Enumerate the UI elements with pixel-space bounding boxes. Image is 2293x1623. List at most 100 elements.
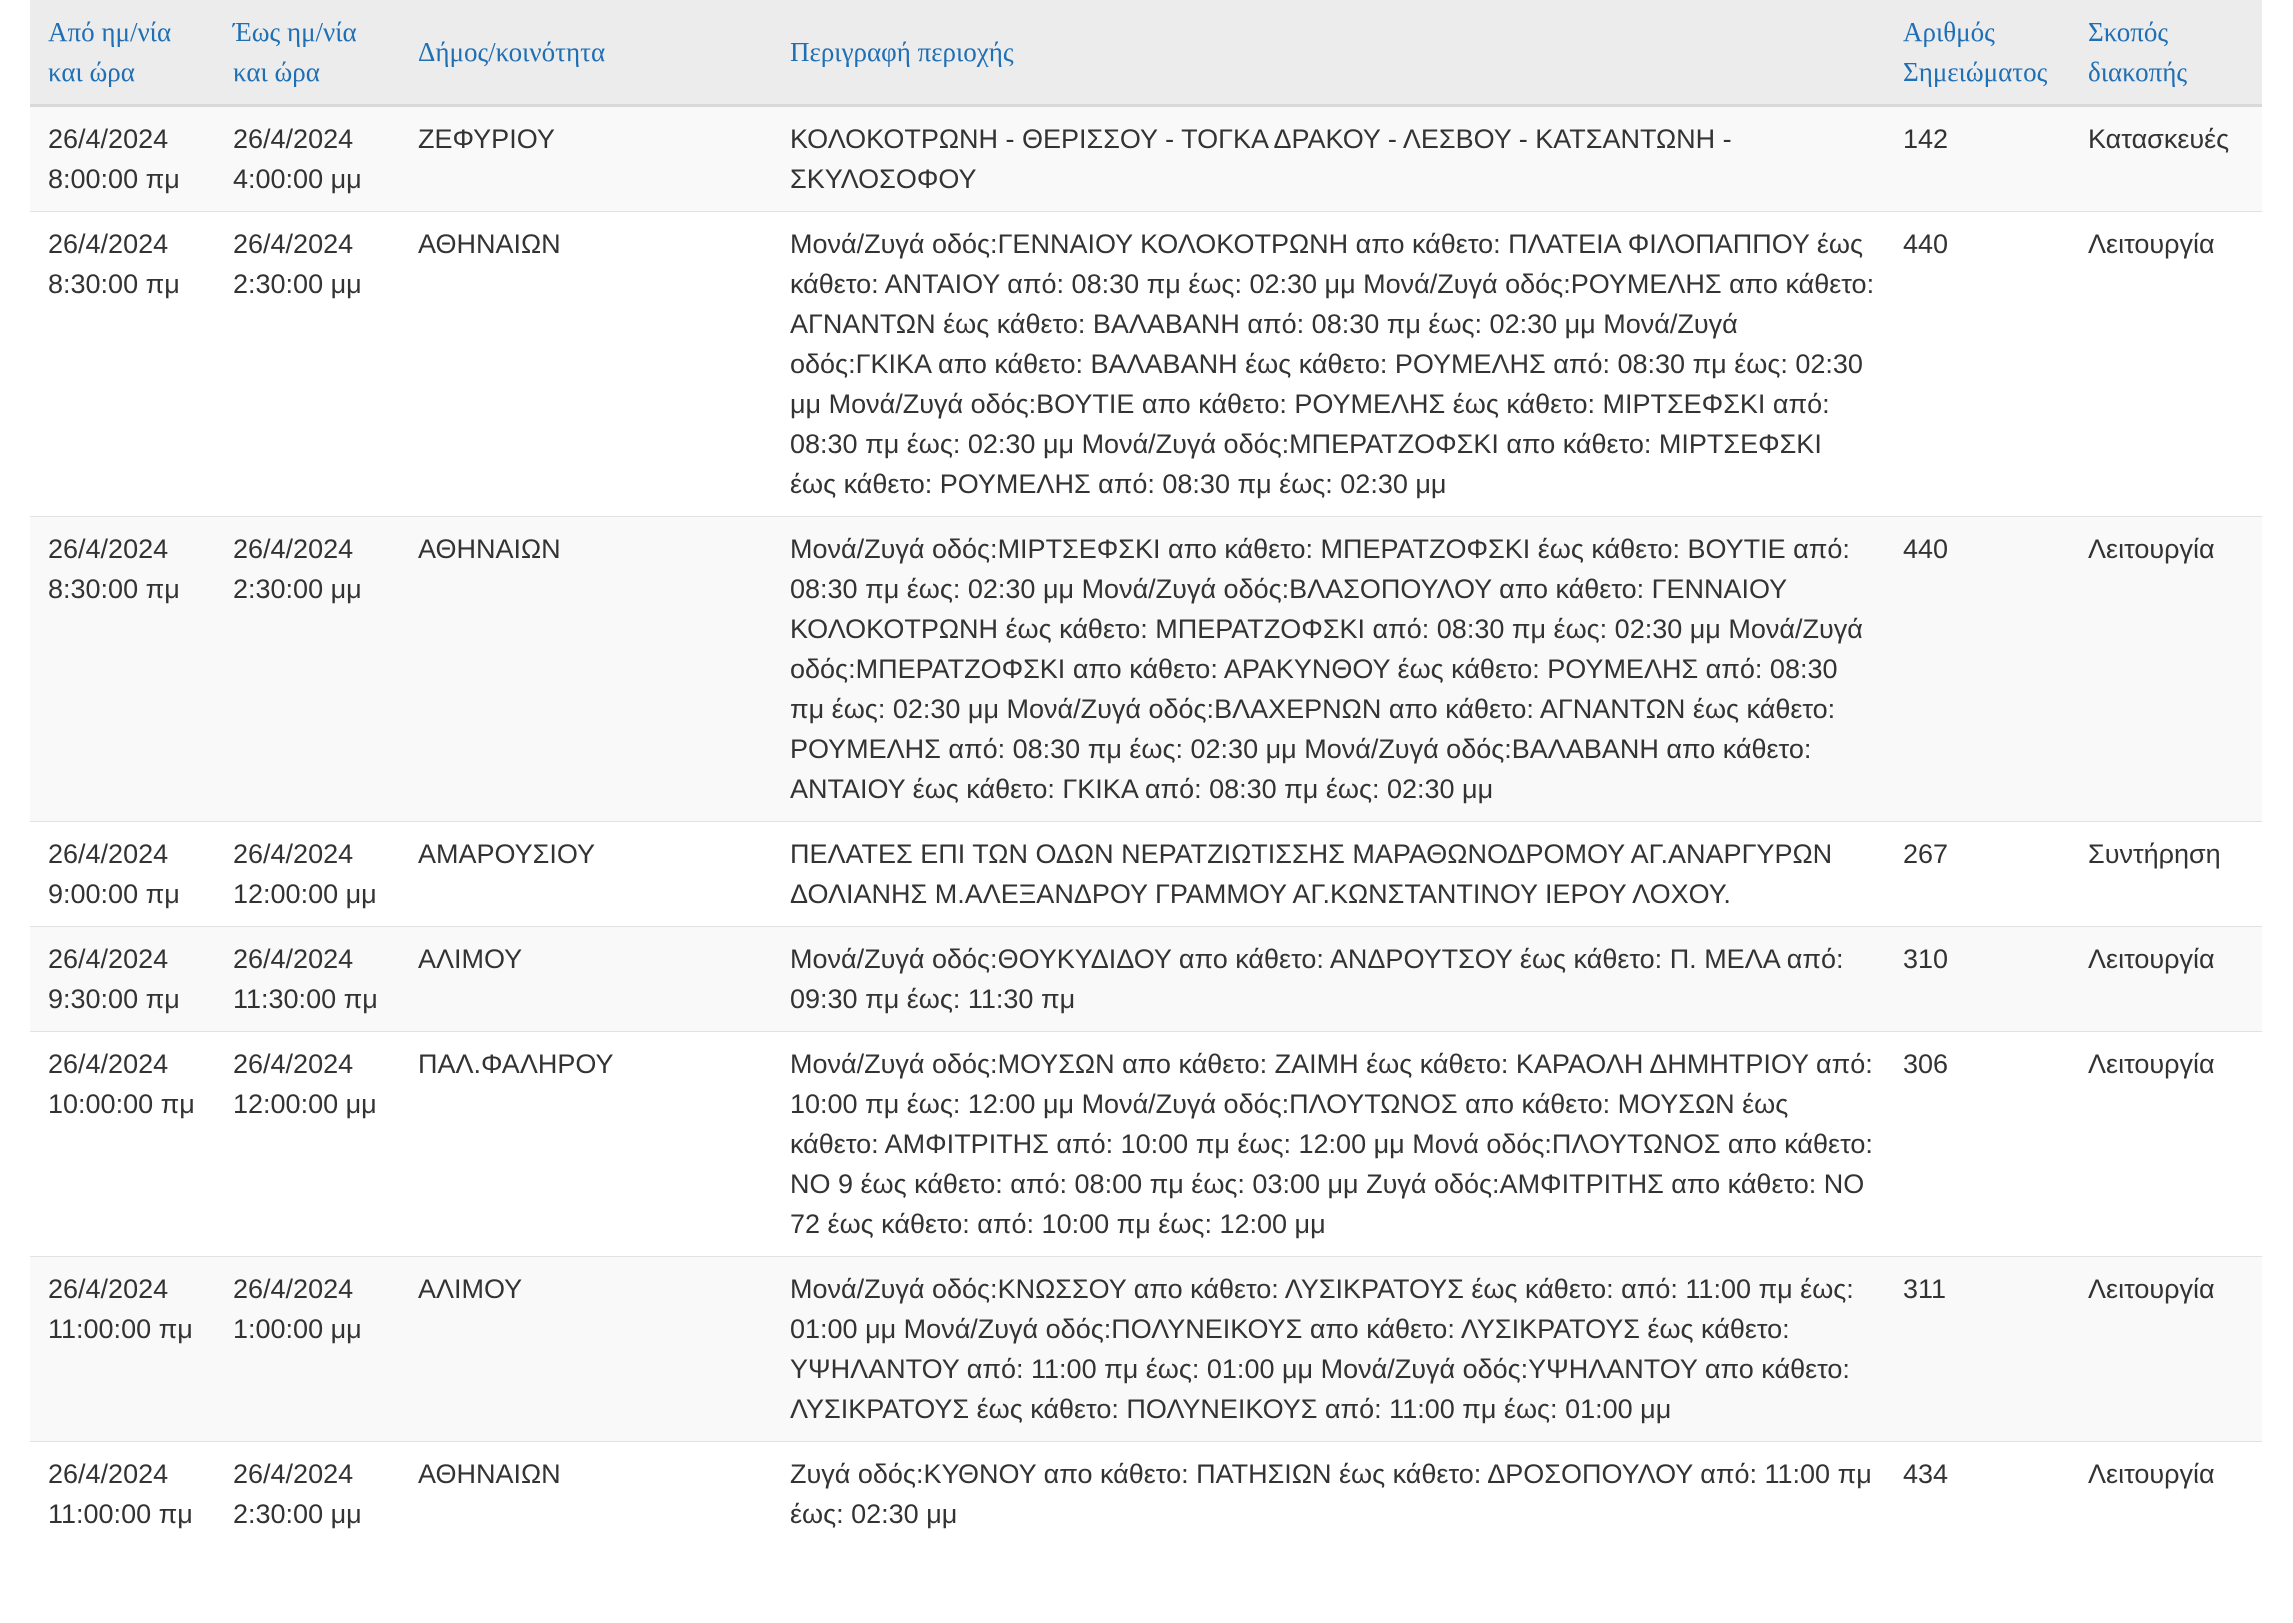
cell-purpose: Λειτουργία xyxy=(2070,1441,2262,1546)
cell-number: 310 xyxy=(1885,926,2070,1032)
table-row: 26/4/2024 9:00:00 πμ 26/4/2024 12:00:00 μμ Α… xyxy=(30,821,2262,927)
cell-from-date: 26/4/2024 xyxy=(48,124,169,154)
cell-number: 311 xyxy=(1885,1256,2070,1442)
cell-from-date: 26/4/2024 xyxy=(48,944,169,974)
cell-from: 26/4/2024 10:00:00 πμ xyxy=(30,1031,215,1257)
cell-number: 142 xyxy=(1885,105,2070,212)
table-row: 26/4/2024 11:00:00 πμ 26/4/2024 2:30:00 μμ Α… xyxy=(30,1441,2262,1546)
table-row: 26/4/2024 11:00:00 πμ 26/4/2024 1:00:00 μμ Α… xyxy=(30,1256,2262,1442)
cell-to-time: 12:00:00 μμ xyxy=(233,879,377,909)
cell-description: ΚΟΛΟΚΟΤΡΩΝΗ - ΘΕΡΙΣΣΟΥ - ΤΟΓΚΑ ΔΡΑΚΟΥ - … xyxy=(772,105,1885,212)
cell-from: 26/4/2024 9:00:00 πμ xyxy=(30,821,215,927)
cell-from-time: 8:30:00 πμ xyxy=(48,574,180,604)
header-number[interactable]: Αριθμός Σημειώματος xyxy=(1885,0,2070,107)
cell-municipality: ΑΘΗΝΑΙΩΝ xyxy=(400,516,772,822)
header-purpose-line-1: Σκοπός xyxy=(2088,17,2169,47)
cell-number: 434 xyxy=(1885,1441,2070,1546)
cell-municipality: ΠΑΛ.ΦΑΛΗΡΟΥ xyxy=(400,1031,772,1257)
cell-to-date: 26/4/2024 xyxy=(233,124,354,154)
cell-number: 267 xyxy=(1885,821,2070,927)
header-description[interactable]: Περιγραφή περιοχής xyxy=(772,0,1885,107)
cell-from-time: 8:00:00 πμ xyxy=(48,164,180,194)
cell-from-date: 26/4/2024 xyxy=(48,1274,169,1304)
cell-number: 306 xyxy=(1885,1031,2070,1257)
table-header: Από ημ/νία και ώρα Έως ημ/νία και ώρα Δή… xyxy=(30,0,2262,107)
cell-from-time: 11:00:00 πμ xyxy=(48,1499,193,1529)
cell-to: 26/4/2024 11:30:00 πμ xyxy=(215,926,400,1032)
cell-to-time: 2:30:00 μμ xyxy=(233,1499,362,1529)
cell-from-date: 26/4/2024 xyxy=(48,229,169,259)
cell-from-time: 9:00:00 πμ xyxy=(48,879,180,909)
cell-from-time: 10:00:00 πμ xyxy=(48,1089,195,1119)
cell-to: 26/4/2024 12:00:00 μμ xyxy=(215,1031,400,1257)
cell-from-date: 26/4/2024 xyxy=(48,534,169,564)
outages-page: Από ημ/νία και ώρα Έως ημ/νία και ώρα Δή… xyxy=(30,0,2262,1546)
cell-purpose: Λειτουργία xyxy=(2070,211,2262,517)
table-body: 26/4/2024 8:00:00 πμ 26/4/2024 4:00:00 μμ ΖΕ… xyxy=(30,105,2262,1546)
header-from-line-1: Από ημ/νία xyxy=(48,17,172,47)
cell-from-time: 11:00:00 πμ xyxy=(48,1314,193,1344)
cell-to-date: 26/4/2024 xyxy=(233,1274,354,1304)
table-row: 26/4/2024 8:30:00 πμ 26/4/2024 2:30:00 μμ ΑΘ… xyxy=(30,516,2262,822)
cell-to: 26/4/2024 12:00:00 μμ xyxy=(215,821,400,927)
cell-municipality: ΑΛΙΜΟΥ xyxy=(400,1256,772,1442)
cell-from-date: 26/4/2024 xyxy=(48,1459,169,1489)
table-row: 26/4/2024 8:30:00 πμ 26/4/2024 2:30:00 μμ ΑΘ… xyxy=(30,211,2262,517)
cell-to-date: 26/4/2024 xyxy=(233,229,354,259)
cell-from: 26/4/2024 8:30:00 πμ xyxy=(30,211,215,517)
cell-description: ΠΕΛΑΤΕΣ ΕΠΙ ΤΩΝ ΟΔΩΝ ΝΕΡΑΤΖΙΩΤΙΣΣΗΣ ΜΑΡΑ… xyxy=(772,821,1885,927)
cell-to-date: 26/4/2024 xyxy=(233,839,354,869)
header-municipality[interactable]: Δήμος/κοινότητα xyxy=(400,0,772,107)
header-from[interactable]: Από ημ/νία και ώρα xyxy=(30,0,215,107)
cell-municipality: ΑΜΑΡΟΥΣΙΟΥ xyxy=(400,821,772,927)
cell-purpose: Λειτουργία xyxy=(2070,516,2262,822)
cell-to-date: 26/4/2024 xyxy=(233,1459,354,1489)
cell-municipality: ΑΛΙΜΟΥ xyxy=(400,926,772,1032)
cell-from-date: 26/4/2024 xyxy=(48,839,169,869)
table-row: 26/4/2024 10:00:00 πμ 26/4/2024 12:00:00 μμ… xyxy=(30,1031,2262,1257)
header-to[interactable]: Έως ημ/νία και ώρα xyxy=(215,0,400,107)
cell-from: 26/4/2024 11:00:00 πμ xyxy=(30,1441,215,1546)
cell-to: 26/4/2024 4:00:00 μμ xyxy=(215,105,400,212)
table-row: 26/4/2024 8:00:00 πμ 26/4/2024 4:00:00 μμ ΖΕ… xyxy=(30,105,2262,212)
cell-description: Μονά/Ζυγά οδός:ΚΝΩΣΣΟΥ απο κάθετο: ΛΥΣΙΚ… xyxy=(772,1256,1885,1442)
cell-to-time: 12:00:00 μμ xyxy=(233,1089,377,1119)
cell-to: 26/4/2024 2:30:00 μμ xyxy=(215,516,400,822)
header-number-line-2: Σημειώματος xyxy=(1903,57,2048,87)
cell-from: 26/4/2024 11:00:00 πμ xyxy=(30,1256,215,1442)
cell-to-time: 2:30:00 μμ xyxy=(233,574,362,604)
table-row: 26/4/2024 9:30:00 πμ 26/4/2024 11:30:00 πμ Α… xyxy=(30,926,2262,1032)
header-to-line-1: Έως ημ/νία xyxy=(233,17,357,47)
cell-to-date: 26/4/2024 xyxy=(233,1049,354,1079)
cell-description: Ζυγά οδός:ΚΥΘΝΟΥ απο κάθετο: ΠΑΤΗΣΙΩΝ έω… xyxy=(772,1441,1885,1546)
header-purpose[interactable]: Σκοπός διακοπής xyxy=(2070,0,2262,107)
header-purpose-line-2: διακοπής xyxy=(2088,57,2188,87)
cell-purpose: Λειτουργία xyxy=(2070,1031,2262,1257)
cell-to: 26/4/2024 2:30:00 μμ xyxy=(215,211,400,517)
header-number-line-1: Αριθμός xyxy=(1903,17,1995,47)
cell-to: 26/4/2024 2:30:00 μμ xyxy=(215,1441,400,1546)
header-from-line-2: και ώρα xyxy=(48,57,135,87)
cell-from-date: 26/4/2024 xyxy=(48,1049,169,1079)
cell-to-time: 2:30:00 μμ xyxy=(233,269,362,299)
cell-municipality: ΑΘΗΝΑΙΩΝ xyxy=(400,211,772,517)
cell-from-time: 8:30:00 πμ xyxy=(48,269,180,299)
cell-to-date: 26/4/2024 xyxy=(233,534,354,564)
cell-purpose: Κατασκευές xyxy=(2070,105,2262,212)
cell-description: Μονά/Ζυγά οδός:ΜΟΥΣΩΝ απο κάθετο: ΖΑΙΜΗ … xyxy=(772,1031,1885,1257)
cell-purpose: Συντήρηση xyxy=(2070,821,2262,927)
cell-to-time: 1:00:00 μμ xyxy=(233,1314,362,1344)
cell-from-time: 9:30:00 πμ xyxy=(48,984,180,1014)
cell-from: 26/4/2024 8:30:00 πμ xyxy=(30,516,215,822)
cell-municipality: ΑΘΗΝΑΙΩΝ xyxy=(400,1441,772,1546)
outages-table: Από ημ/νία και ώρα Έως ημ/νία και ώρα Δή… xyxy=(30,0,2262,1546)
cell-to-time: 4:00:00 μμ xyxy=(233,164,362,194)
cell-number: 440 xyxy=(1885,516,2070,822)
cell-municipality: ΖΕΦΥΡΙΟΥ xyxy=(400,105,772,212)
cell-from: 26/4/2024 9:30:00 πμ xyxy=(30,926,215,1032)
header-to-line-2: και ώρα xyxy=(233,57,320,87)
cell-description: Μονά/Ζυγά οδός:ΘΟΥΚΥΔΙΔΟΥ απο κάθετο: ΑΝ… xyxy=(772,926,1885,1032)
cell-from: 26/4/2024 8:00:00 πμ xyxy=(30,105,215,212)
cell-number: 440 xyxy=(1885,211,2070,517)
cell-description: Μονά/Ζυγά οδός:ΜΙΡΤΣΕΦΣΚΙ απο κάθετο: ΜΠ… xyxy=(772,516,1885,822)
